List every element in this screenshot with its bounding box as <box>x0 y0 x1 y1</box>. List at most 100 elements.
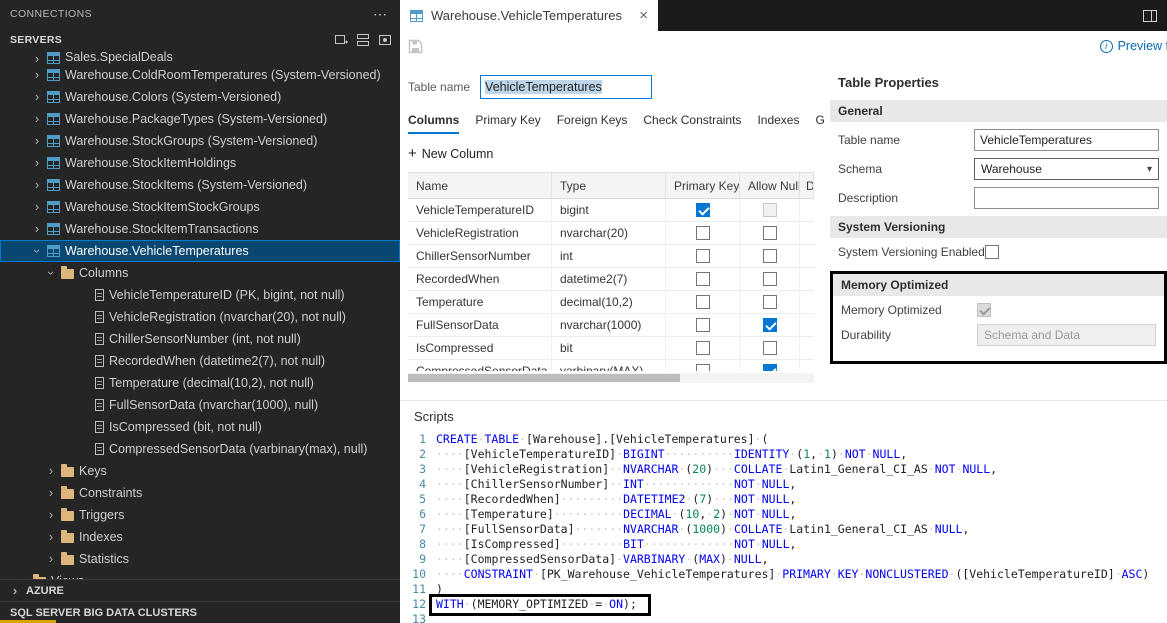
designer-tab-ge[interactable]: Ge <box>815 113 824 134</box>
column-type-cell[interactable]: bit <box>552 337 666 360</box>
tree-item-column[interactable]: Temperature (decimal(10,2), not null) <box>0 372 400 394</box>
chevron-right-icon[interactable]: › <box>46 466 56 476</box>
column-name-cell[interactable]: VehicleTemperatureID <box>408 199 552 222</box>
column-type-cell[interactable]: nvarchar(1000) <box>552 314 666 337</box>
tree-item-table[interactable]: ›Warehouse.PackageTypes (System-Versione… <box>0 108 400 130</box>
chevron-right-icon[interactable]: › <box>32 92 42 102</box>
chevron-down-icon[interactable]: › <box>32 246 42 256</box>
azure-section-header[interactable]: › AZURE <box>0 579 400 601</box>
new-server-group-icon[interactable] <box>356 33 370 47</box>
tree-item-column[interactable]: ChillerSensorNumber (int, not null) <box>0 328 400 350</box>
primary-key-checkbox[interactable] <box>696 341 710 355</box>
allow-nulls-checkbox[interactable] <box>763 272 777 286</box>
column-name-cell[interactable]: RecordedWhen <box>408 268 552 291</box>
tree-item-folder[interactable]: ›Columns <box>0 262 400 284</box>
tree-item-column[interactable]: RecordedWhen (datetime2(7), not null) <box>0 350 400 372</box>
primary-key-checkbox[interactable] <box>696 364 710 371</box>
servers-section-header[interactable]: SERVERS <box>0 28 400 51</box>
tree-item-table[interactable]: ›Warehouse.StockGroups (System-Versioned… <box>0 130 400 152</box>
chevron-down-icon[interactable]: › <box>46 268 56 278</box>
tree-item-column[interactable]: IsCompressed (bit, not null) <box>0 416 400 438</box>
column-type-cell[interactable]: datetime2(7) <box>552 268 666 291</box>
column-type-cell[interactable]: int <box>552 245 666 268</box>
chevron-right-icon[interactable]: › <box>10 586 20 596</box>
chevron-right-icon[interactable]: › <box>46 554 56 564</box>
column-type-cell[interactable]: decimal(10,2) <box>552 291 666 314</box>
schema-select[interactable]: Warehouse ▾ <box>974 158 1159 180</box>
tree-item-table[interactable]: ›Warehouse.Colors (System-Versioned) <box>0 86 400 108</box>
column-name-cell[interactable]: Temperature <box>408 291 552 314</box>
chevron-right-icon[interactable]: › <box>32 180 42 190</box>
column-name-cell[interactable]: IsCompressed <box>408 337 552 360</box>
designer-tab-indexes[interactable]: Indexes <box>757 113 799 134</box>
chevron-right-icon[interactable]: › <box>32 136 42 146</box>
split-editor-icon[interactable] <box>1143 10 1157 22</box>
sql-code[interactable]: 1CREATE·TABLE·[Warehouse].[VehicleTemper… <box>406 432 1167 623</box>
allow-nulls-checkbox[interactable] <box>763 318 777 332</box>
chevron-right-icon[interactable]: › <box>32 54 42 64</box>
primary-key-checkbox[interactable] <box>696 203 710 217</box>
tree-item-column[interactable]: CompressedSensorData (varbinary(max), nu… <box>0 438 400 460</box>
prop-table-name-input[interactable]: VehicleTemperatures <box>974 129 1159 151</box>
tree-item-table[interactable]: ›Warehouse.StockItemHoldings <box>0 152 400 174</box>
primary-key-checkbox[interactable] <box>696 249 710 263</box>
tree-item-folder[interactable]: ›Indexes <box>0 526 400 548</box>
system-versioning-checkbox[interactable] <box>985 245 999 259</box>
tree-item-column[interactable]: VehicleRegistration (nvarchar(20), not n… <box>0 306 400 328</box>
chevron-right-icon[interactable]: › <box>46 510 56 520</box>
chevron-right-icon[interactable]: › <box>32 224 42 234</box>
chevron-right-icon[interactable]: › <box>46 488 56 498</box>
allow-nulls-checkbox[interactable] <box>763 226 777 240</box>
more-actions-icon[interactable]: ⋯ <box>373 6 388 23</box>
tree-item-table[interactable]: ›Warehouse.StockItems (System-Versioned) <box>0 174 400 196</box>
allow-nulls-checkbox[interactable] <box>763 295 777 309</box>
preview-features-link[interactable]: i Preview f <box>1100 39 1167 53</box>
tree-item-folder[interactable]: ›Views <box>0 570 400 579</box>
table-name-input[interactable]: VehicleTemperatures <box>480 75 652 99</box>
column-name-cell[interactable]: ChillerSensorNumber <box>408 245 552 268</box>
tree-item-folder[interactable]: ›Keys <box>0 460 400 482</box>
tree-item-folder[interactable]: ›Statistics <box>0 548 400 570</box>
tab-warehouse-vehicletemperatures[interactable]: Warehouse.VehicleTemperatures × <box>400 0 658 31</box>
chevron-right-icon[interactable]: › <box>32 202 42 212</box>
tree-item-folder[interactable]: ›Constraints <box>0 482 400 504</box>
save-icon[interactable] <box>408 39 423 54</box>
horizontal-scrollbar[interactable] <box>408 373 814 383</box>
tree-item-column[interactable]: VehicleTemperatureID (PK, bigint, not nu… <box>0 284 400 306</box>
tree-item-table[interactable]: ›Warehouse.StockItemTransactions <box>0 218 400 240</box>
new-column-button[interactable]: + New Column <box>408 147 830 161</box>
primary-key-checkbox[interactable] <box>696 272 710 286</box>
designer-tab-primary-key[interactable]: Primary Key <box>475 113 540 134</box>
active-connections-icon[interactable] <box>378 33 392 47</box>
close-tab-icon[interactable]: × <box>639 8 648 23</box>
chevron-right-icon[interactable]: › <box>32 70 42 80</box>
new-connection-icon[interactable] <box>334 33 348 47</box>
primary-key-checkbox[interactable] <box>696 318 710 332</box>
chevron-right-icon[interactable]: › <box>32 114 42 124</box>
tree-item-folder[interactable]: ›Triggers <box>0 504 400 526</box>
tree-item-table[interactable]: ›Sales.SpecialDeals <box>0 51 400 64</box>
big-data-section-header[interactable]: SQL SERVER BIG DATA CLUSTERS <box>0 601 400 623</box>
allow-nulls-checkbox[interactable] <box>763 249 777 263</box>
designer-tab-foreign-keys[interactable]: Foreign Keys <box>557 113 628 134</box>
designer-tab-columns[interactable]: Columns <box>408 113 459 134</box>
allow-nulls-checkbox[interactable] <box>763 364 777 371</box>
scrollbar-thumb[interactable] <box>408 374 680 382</box>
chevron-right-icon[interactable]: › <box>46 532 56 542</box>
tree-item-table[interactable]: ›Warehouse.VehicleTemperatures <box>0 240 400 262</box>
tree-item-table[interactable]: ›Warehouse.ColdRoomTemperatures (System-… <box>0 64 400 86</box>
chevron-right-icon[interactable]: › <box>32 158 42 168</box>
description-input[interactable] <box>974 187 1159 209</box>
column-name-cell[interactable]: VehicleRegistration <box>408 222 552 245</box>
primary-key-checkbox[interactable] <box>696 295 710 309</box>
tree-item-column[interactable]: FullSensorData (nvarchar(1000), null) <box>0 394 400 416</box>
column-name-cell[interactable]: CompressedSensorData <box>408 360 552 371</box>
column-type-cell[interactable]: nvarchar(20) <box>552 222 666 245</box>
column-type-cell[interactable]: bigint <box>552 199 666 222</box>
column-name-cell[interactable]: FullSensorData <box>408 314 552 337</box>
primary-key-checkbox[interactable] <box>696 226 710 240</box>
column-type-cell[interactable]: varbinary(MAX) <box>552 360 666 371</box>
allow-nulls-checkbox[interactable] <box>763 341 777 355</box>
tree-item-table[interactable]: ›Warehouse.StockItemStockGroups <box>0 196 400 218</box>
designer-tab-check-constraints[interactable]: Check Constraints <box>643 113 741 134</box>
